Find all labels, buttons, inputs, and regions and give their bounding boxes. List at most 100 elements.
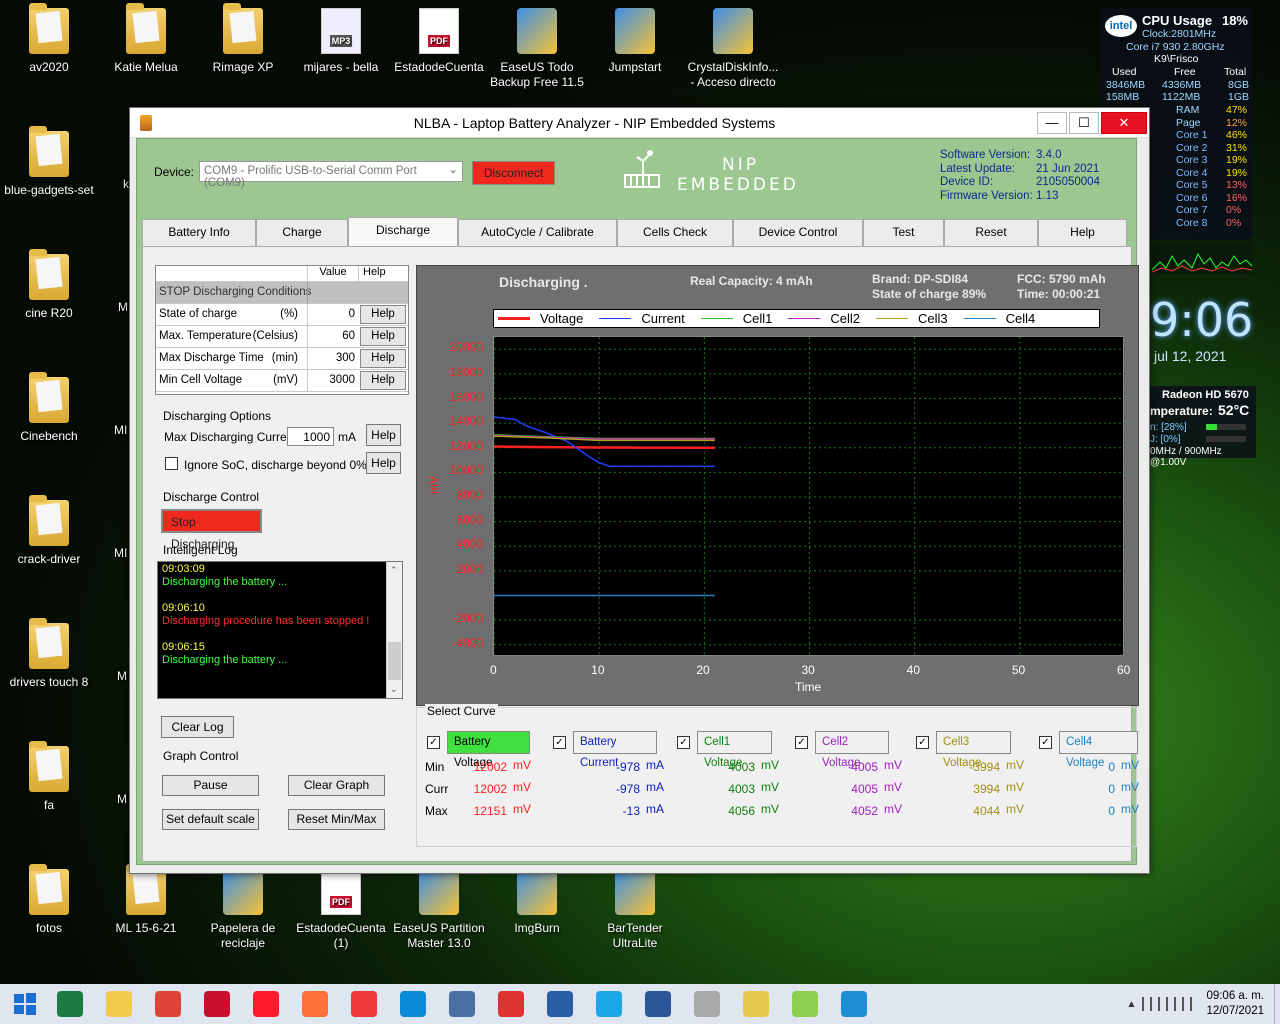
condition-help-button[interactable]: Help <box>360 327 406 346</box>
max-current-help-button[interactable]: Help <box>366 424 401 446</box>
taskbar-clock[interactable]: 09:06 a. m. 12/07/2021 <box>1206 989 1264 1019</box>
curve-button[interactable]: Cell1 Voltage <box>697 731 772 769</box>
info-label: Device ID: <box>940 176 994 188</box>
desktop-icon[interactable]: EaseUS Todo Backup Free 11.5 <box>489 8 585 90</box>
tab-charge[interactable]: Charge <box>256 219 348 246</box>
taskbar-app[interactable] <box>589 984 629 1024</box>
desktop-icon[interactable]: crack-driver <box>1 495 97 567</box>
desktop-icon[interactable]: blue-gadgets-set <box>1 126 97 198</box>
taskbar-app[interactable] <box>50 984 90 1024</box>
pause-button[interactable]: Pause <box>162 775 259 796</box>
scroll-thumb[interactable] <box>388 642 401 680</box>
taskbar-app[interactable] <box>687 984 727 1024</box>
tray-icons[interactable] <box>1142 997 1193 1011</box>
desktop-icon[interactable]: fotos <box>1 864 97 936</box>
clear-log-button[interactable]: Clear Log <box>161 716 234 738</box>
taskbar-app[interactable] <box>344 984 384 1024</box>
taskbar-app[interactable] <box>442 984 482 1024</box>
disconnect-button[interactable]: Disconnect <box>472 161 555 185</box>
desktop-icon[interactable]: av2020 <box>1 3 97 75</box>
condition-help-button[interactable]: Help <box>360 349 406 368</box>
desktop-icon-label: crack-driver <box>17 552 81 566</box>
reset-min-max-button[interactable]: Reset Min/Max <box>288 809 385 830</box>
curve-button[interactable]: Cell3 Voltage <box>936 731 1011 769</box>
curve-checkbox[interactable]: ✓ <box>427 736 440 749</box>
desktop-icon[interactable]: MP3 mijares - bella <box>293 8 389 75</box>
title-bar[interactable]: NLBA - Laptop Battery Analyzer - NIP Emb… <box>130 108 1149 138</box>
desktop-icon[interactable]: PDF EstadodeCuenta <box>391 8 487 75</box>
log-scrollbar[interactable]: ⌃ ⌄ <box>386 562 402 698</box>
show-desktop-button[interactable] <box>1274 984 1280 1024</box>
desktop-icon[interactable]: EaseUS Partition Master 13.0 <box>391 869 487 951</box>
desktop-icon[interactable]: Rimage XP <box>195 3 291 75</box>
taskbar-app[interactable] <box>540 984 580 1024</box>
condition-help-button[interactable]: Help <box>360 305 406 324</box>
set-default-scale-button[interactable]: Set default scale <box>162 809 259 830</box>
curve-button[interactable]: Cell2 Voltage <box>815 731 889 769</box>
log-time: 09:03:09 <box>162 563 205 575</box>
app-icon <box>615 869 655 915</box>
tray-overflow-icon[interactable]: ▲ <box>1127 999 1137 1010</box>
mem-value: 1122MB <box>1162 91 1201 103</box>
curve-checkbox[interactable]: ✓ <box>553 736 566 749</box>
desktop-icon[interactable]: drivers touch 8 <box>1 618 97 690</box>
start-button[interactable] <box>0 984 50 1024</box>
desktop-icon[interactable]: fa <box>1 741 97 813</box>
curve-button[interactable]: Cell4 Voltage <box>1059 731 1138 769</box>
desktop-icon[interactable]: Katie Melua <box>98 3 194 75</box>
tab-reset[interactable]: Reset <box>944 219 1038 246</box>
y-tick-label: 12000 <box>449 438 483 453</box>
maximize-button[interactable]: ☐ <box>1069 111 1099 134</box>
minimize-button[interactable]: — <box>1037 111 1067 134</box>
curve-button[interactable]: Battery Voltage <box>447 731 530 769</box>
desktop-icon[interactable]: ImgBurn <box>489 869 585 936</box>
taskbar-app[interactable] <box>197 984 237 1024</box>
condition-value-input[interactable]: 60 <box>307 326 358 347</box>
device-select[interactable]: COM9 - Prolific USB-to-Serial Comm Port … <box>199 161 463 189</box>
desktop-icon[interactable]: BarTender UltraLite <box>587 869 683 951</box>
max-current-input[interactable]: 1000 <box>287 427 334 446</box>
tab-cells-check[interactable]: Cells Check <box>617 219 733 246</box>
taskbar-app[interactable] <box>785 984 825 1024</box>
taskbar-app[interactable] <box>148 984 188 1024</box>
desktop-icon[interactable]: Jumpstart <box>587 8 683 75</box>
taskbar-app[interactable] <box>736 984 776 1024</box>
desktop-icon[interactable]: PDF EstadodeCuenta (1) <box>293 869 389 951</box>
curve-button[interactable]: Battery Current <box>573 731 657 769</box>
taskbar-app[interactable] <box>246 984 286 1024</box>
condition-help-button[interactable]: Help <box>360 371 406 390</box>
curve-checkbox[interactable]: ✓ <box>677 736 690 749</box>
close-button[interactable]: ✕ <box>1101 111 1147 134</box>
tab-help[interactable]: Help <box>1038 219 1127 246</box>
scroll-down-icon[interactable]: ⌄ <box>390 683 398 696</box>
tab-autocycle-calibrate[interactable]: AutoCycle / Calibrate <box>458 219 617 246</box>
taskbar-app[interactable] <box>393 984 433 1024</box>
curve-checkbox[interactable]: ✓ <box>916 736 929 749</box>
taskbar-app[interactable] <box>638 984 678 1024</box>
desktop-icon[interactable]: ML 15-6-21 <box>98 864 194 936</box>
taskbar-app[interactable] <box>491 984 531 1024</box>
curve-checkbox[interactable]: ✓ <box>1039 736 1052 749</box>
taskbar-app[interactable] <box>834 984 874 1024</box>
clear-graph-button[interactable]: Clear Graph <box>288 775 385 796</box>
stop-discharging-button[interactable]: Stop Discharging <box>161 509 262 551</box>
taskbar-app[interactable] <box>295 984 335 1024</box>
folder-icon <box>126 864 166 915</box>
tab-battery-info[interactable]: Battery Info <box>142 219 256 246</box>
desktop-icon[interactable]: Papelera de reciclaje <box>195 869 291 951</box>
scroll-up-icon[interactable]: ⌃ <box>390 564 398 577</box>
taskbar-app[interactable] <box>99 984 139 1024</box>
desktop-icon[interactable]: CrystalDiskInfo... - Acceso directo <box>685 8 781 90</box>
curve-checkbox[interactable]: ✓ <box>795 736 808 749</box>
desktop-icon-label: av2020 <box>29 60 69 74</box>
desktop-icon[interactable]: cine R20 <box>1 249 97 321</box>
condition-value-input[interactable]: 0 <box>307 304 358 325</box>
condition-value-input[interactable]: 300 <box>307 348 358 369</box>
desktop-icon[interactable]: Cinebench <box>1 372 97 444</box>
tab-test[interactable]: Test <box>863 219 944 246</box>
tab-discharge[interactable]: Discharge <box>348 217 458 246</box>
condition-value-input[interactable]: 3000 <box>307 370 358 391</box>
ignore-soc-help-button[interactable]: Help <box>366 452 401 474</box>
tab-device-control[interactable]: Device Control <box>733 219 863 246</box>
ignore-soc-checkbox[interactable] <box>165 457 178 470</box>
